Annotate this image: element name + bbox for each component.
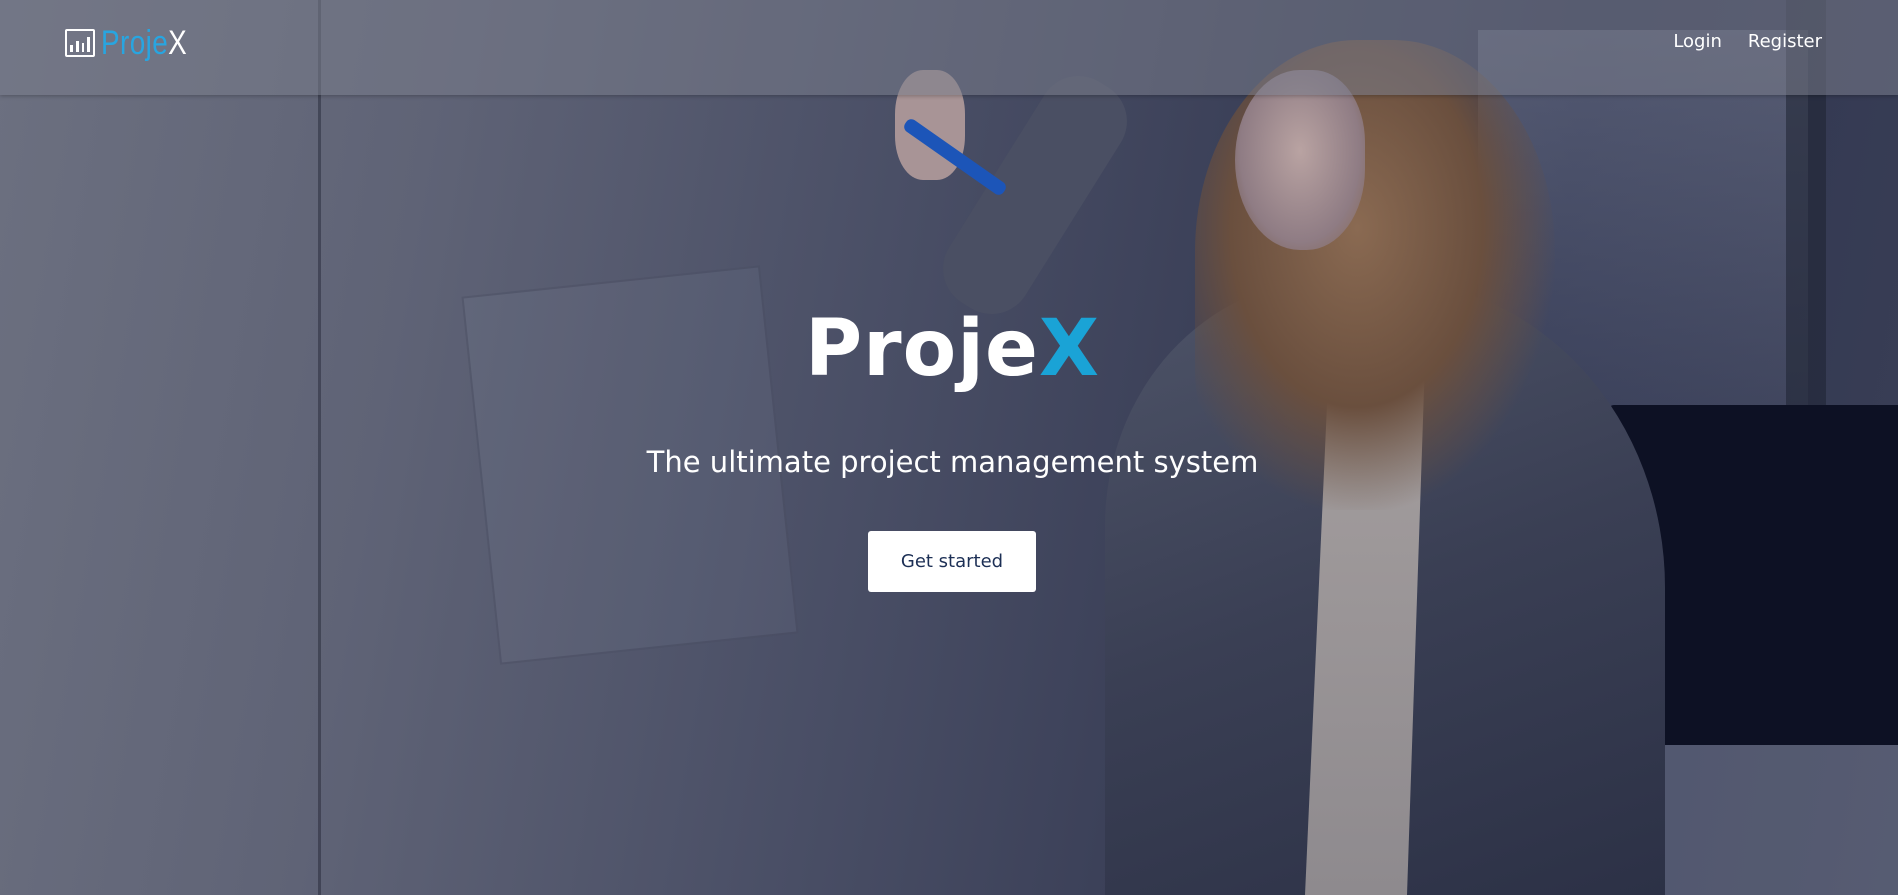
hero-title-accent: X [1038, 304, 1100, 394]
login-link[interactable]: Login [1673, 31, 1722, 52]
auth-nav: Login Register [1673, 31, 1822, 52]
hero-subtitle: The ultimate project management system [646, 445, 1259, 479]
get-started-button[interactable]: Get started [868, 531, 1036, 592]
hero-section: ProjeX Login Register ProjeX The ultimat… [0, 0, 1898, 895]
brand-logo[interactable]: ProjeX [65, 22, 206, 64]
top-navbar: ProjeX Login Register [0, 0, 1898, 95]
hero-title: ProjeX [0, 310, 1898, 388]
bar-chart-icon [65, 29, 95, 57]
brand-name-accent: X [168, 24, 188, 62]
hero-title-main: Proje [805, 304, 1039, 394]
brand-name-main: Proje [101, 24, 169, 62]
brand-name: ProjeX [101, 26, 187, 60]
register-link[interactable]: Register [1748, 31, 1822, 52]
background-face [1235, 70, 1365, 250]
